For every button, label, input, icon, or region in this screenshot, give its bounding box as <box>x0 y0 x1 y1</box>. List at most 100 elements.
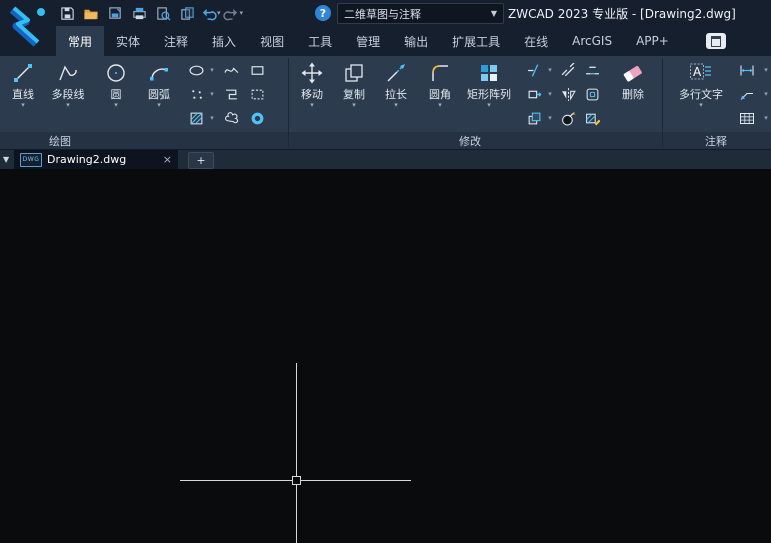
rectangle-icon <box>251 65 263 75</box>
svg-text:A: A <box>693 65 702 79</box>
chevron-down-icon[interactable]: ▾ <box>66 102 70 109</box>
wipeout-button[interactable] <box>249 86 265 102</box>
copy-icon <box>345 64 363 82</box>
workspace-dropdown[interactable]: 二维草图与注释 ▼ <box>337 3 504 24</box>
mirror-button[interactable] <box>560 86 576 102</box>
save-button[interactable] <box>56 3 78 23</box>
fillet-button[interactable]: 圆角 ▾ <box>419 60 461 109</box>
print-preview-button[interactable] <box>152 3 174 23</box>
rectangle-button[interactable] <box>249 62 265 78</box>
ribbon: 直线 ▾ 多段线 ▾ 圆 ▾ 圆弧 ▾ ▾ ▾ ▾ 绘图 移动 ▾ 复制 ▾ 拉… <box>0 56 771 150</box>
chevron-down-icon[interactable]: ▾ <box>210 90 214 98</box>
tab-online[interactable]: 在线 <box>512 26 560 56</box>
spline-button[interactable] <box>223 62 239 78</box>
erase-icon <box>623 65 642 82</box>
dwg-file-icon: DWG <box>20 152 42 167</box>
leader-button[interactable] <box>739 86 755 102</box>
undo-button[interactable]: ▾ <box>200 6 221 21</box>
stretch-button[interactable] <box>526 86 542 102</box>
copy-button[interactable]: 复制 ▾ <box>333 60 375 109</box>
explode-attributes-button[interactable] <box>526 110 542 126</box>
open-button[interactable] <box>80 3 102 23</box>
tab-solid[interactable]: 实体 <box>104 26 152 56</box>
chevron-down-icon[interactable]: ▾ <box>548 114 552 122</box>
tab-arcgis[interactable]: ArcGIS <box>560 26 624 56</box>
point-button[interactable] <box>188 86 204 102</box>
doc-tabs-menu-icon[interactable]: ▼ <box>3 156 9 164</box>
chevron-down-icon[interactable]: ▾ <box>157 102 161 109</box>
help-button[interactable]: ? <box>315 5 331 21</box>
join-button[interactable] <box>584 62 600 78</box>
ellipse-icon <box>188 65 204 75</box>
region-icon <box>225 89 237 99</box>
chevron-down-icon[interactable]: ▾ <box>764 66 768 74</box>
mtext-icon: A <box>690 63 711 80</box>
tab-output[interactable]: 输出 <box>392 26 440 56</box>
lengthen-button[interactable]: 拉长 ▾ <box>375 60 417 109</box>
chevron-down-icon[interactable]: ▾ <box>114 102 118 109</box>
panel-separator <box>288 58 289 147</box>
linear-dimension-icon <box>740 65 754 75</box>
plot-button[interactable] <box>128 3 150 23</box>
chevron-down-icon[interactable]: ▾ <box>487 102 491 109</box>
chevron-down-icon[interactable]: ▾ <box>352 102 356 109</box>
offset-button[interactable] <box>584 86 600 102</box>
help-icon: ? <box>319 6 327 20</box>
save-as-button[interactable] <box>104 3 126 23</box>
save-as-icon <box>108 6 121 19</box>
chevron-down-icon[interactable]: ▾ <box>21 102 25 109</box>
donut-button[interactable] <box>249 110 265 126</box>
explode-button[interactable] <box>560 110 576 126</box>
drawing-canvas[interactable] <box>0 169 771 543</box>
document-tab-active[interactable]: DWG Drawing2.dwg × <box>14 150 178 169</box>
hatch-button[interactable] <box>188 110 204 126</box>
tab-insert[interactable]: 插入 <box>200 26 248 56</box>
line-icon <box>14 64 32 82</box>
tab-view[interactable]: 视图 <box>248 26 296 56</box>
tab-app-plus[interactable]: APP+ <box>624 26 681 56</box>
chevron-down-icon[interactable]: ▾ <box>394 102 398 109</box>
redo-dropdown-icon[interactable]: ▾ <box>240 9 244 17</box>
mtext-button[interactable]: A 多行文字 ▾ <box>672 60 730 109</box>
tab-tools[interactable]: 工具 <box>296 26 344 56</box>
chevron-down-icon[interactable]: ▾ <box>210 114 214 122</box>
chevron-down-icon[interactable]: ▾ <box>548 66 552 74</box>
move-button[interactable]: 移动 ▾ <box>291 60 333 109</box>
chevron-down-icon[interactable]: ▾ <box>764 114 768 122</box>
line-button[interactable]: 直线 ▾ <box>2 60 44 109</box>
chevron-down-icon[interactable]: ▾ <box>699 102 703 109</box>
edit-hatch-button[interactable] <box>584 110 600 126</box>
new-tab-button[interactable]: + <box>188 152 214 169</box>
ribbon-toggle-icon <box>711 35 721 47</box>
arc-button[interactable]: 圆弧 ▾ <box>138 60 180 109</box>
chevron-down-icon[interactable]: ▾ <box>438 102 442 109</box>
circle-button[interactable]: 圆 ▾ <box>96 60 136 109</box>
polyline-button[interactable]: 多段线 ▾ <box>44 60 92 109</box>
lengthen-icon <box>387 64 405 82</box>
chevron-down-icon[interactable]: ▾ <box>764 90 768 98</box>
close-icon[interactable]: × <box>163 154 172 165</box>
break-icon <box>561 62 575 76</box>
publish-button[interactable] <box>176 3 198 23</box>
region-button[interactable] <box>223 86 239 102</box>
tab-home[interactable]: 常用 <box>56 26 105 56</box>
erase-button[interactable]: 删除 <box>610 60 656 101</box>
document-tab-label: Drawing2.dwg <box>47 153 127 166</box>
tab-annotate[interactable]: 注释 <box>152 26 200 56</box>
table-button[interactable] <box>739 110 755 126</box>
break-button[interactable] <box>560 62 576 78</box>
chevron-down-icon[interactable]: ▾ <box>548 90 552 98</box>
redo-button[interactable]: ▾ <box>222 6 244 21</box>
ellipse-button[interactable] <box>188 62 204 78</box>
linear-dimension-button[interactable] <box>739 62 755 78</box>
trim-button[interactable] <box>526 62 542 78</box>
tab-manage[interactable]: 管理 <box>344 26 392 56</box>
tab-express-tools[interactable]: 扩展工具 <box>440 26 512 56</box>
ribbon-display-toggle[interactable] <box>706 33 726 49</box>
chevron-down-icon[interactable]: ▾ <box>310 102 314 109</box>
table-icon <box>740 112 754 124</box>
revision-cloud-button[interactable] <box>223 110 239 126</box>
rect-array-button[interactable]: 矩形阵列 ▾ <box>461 60 517 109</box>
chevron-down-icon[interactable]: ▾ <box>210 66 214 74</box>
undo-dropdown-icon[interactable]: ▾ <box>217 9 221 17</box>
